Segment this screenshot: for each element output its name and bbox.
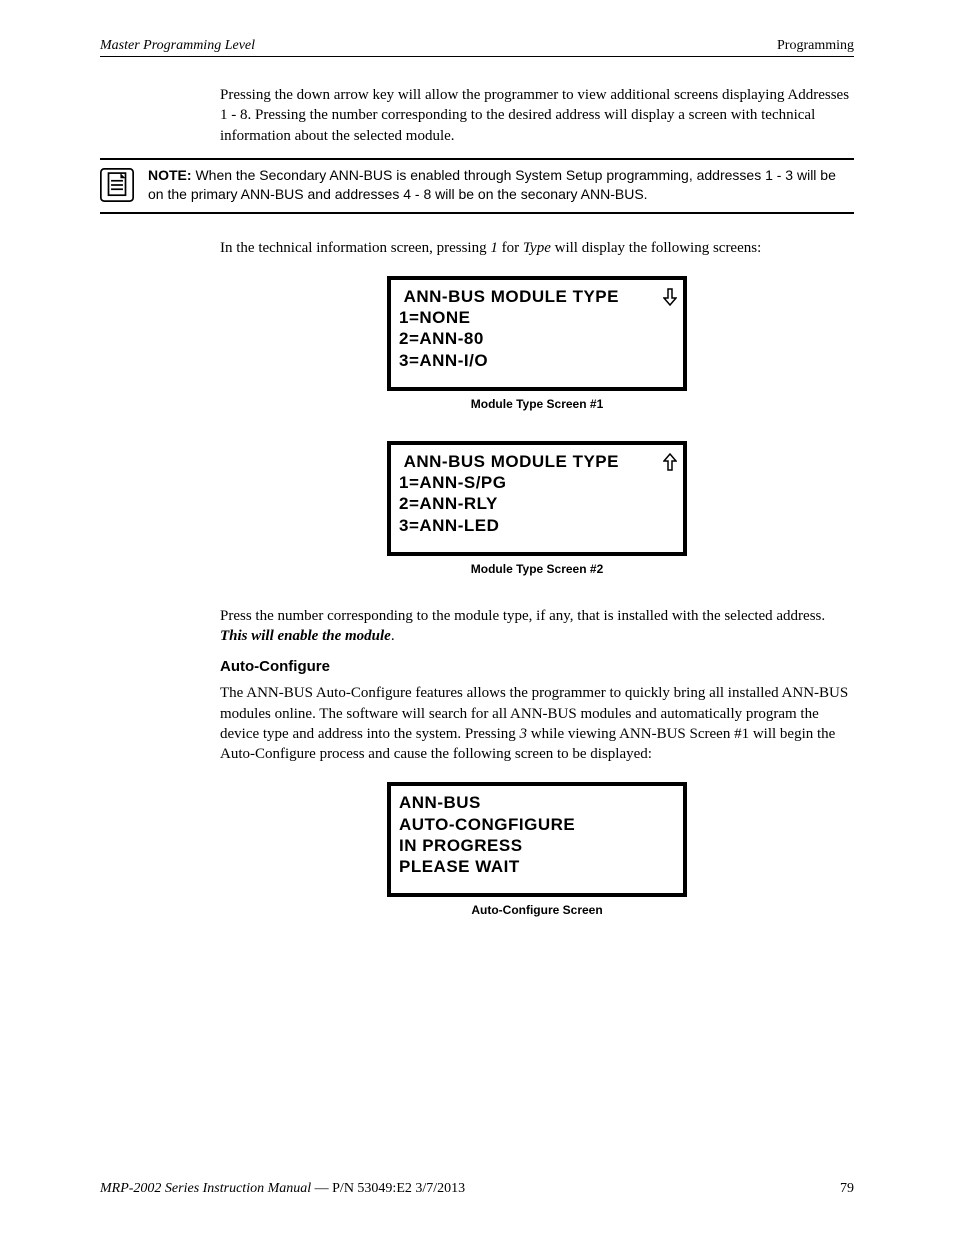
paragraph: In the technical information screen, pre… — [220, 238, 854, 258]
note-body: When the Secondary ANN-BUS is enabled th… — [148, 167, 836, 202]
lcd-line: 1=NONE — [399, 307, 675, 328]
note-label: NOTE: — [148, 167, 192, 183]
header-left: Master Programming Level — [100, 38, 255, 54]
paragraph: Press the number corresponding to the mo… — [220, 606, 854, 647]
lcd-line: IN PROGRESS — [399, 835, 675, 856]
lcd-line: 2=ANN-80 — [399, 328, 675, 349]
note-box: NOTE: When the Secondary ANN-BUS is enab… — [100, 158, 854, 214]
lcd-line: ANN-BUS MODULE TYPE — [399, 286, 675, 307]
caption: Auto-Configure Screen — [220, 903, 854, 917]
section-heading: Auto-Configure — [220, 658, 854, 675]
lcd-screen-1: ANN-BUS MODULE TYPE 1=NONE 2=ANN-80 3=AN… — [387, 276, 687, 391]
arrow-up-icon — [663, 453, 677, 471]
caption: Module Type Screen #2 — [220, 562, 854, 576]
lcd-line: ANN-BUS MODULE TYPE — [399, 451, 675, 472]
lcd-screen-3: ANN-BUS AUTO-CONGFIGURE IN PROGRESS PLEA… — [387, 782, 687, 897]
arrow-down-icon — [663, 288, 677, 306]
note-text: NOTE: When the Secondary ANN-BUS is enab… — [148, 166, 854, 204]
footer-left: MRP-2002 Series Instruction Manual — P/N… — [100, 1181, 465, 1197]
note-icon — [100, 168, 134, 202]
lcd-line: PLEASE WAIT — [399, 856, 675, 877]
lcd-line: 3=ANN-LED — [399, 515, 675, 536]
paragraph: Pressing the down arrow key will allow t… — [220, 85, 854, 146]
lcd-line: 2=ANN-RLY — [399, 493, 675, 514]
lcd-line: ANN-BUS — [399, 792, 675, 813]
header-right: Programming — [777, 38, 854, 54]
lcd-line: AUTO-CONGFIGURE — [399, 814, 675, 835]
page-number: 79 — [840, 1181, 854, 1197]
lcd-line: 3=ANN-I/O — [399, 350, 675, 371]
lcd-screen-2: ANN-BUS MODULE TYPE 1=ANN-S/PG 2=ANN-RLY… — [387, 441, 687, 556]
page-header: Master Programming Level Programming — [100, 38, 854, 57]
page-footer: MRP-2002 Series Instruction Manual — P/N… — [100, 1181, 854, 1197]
paragraph: The ANN-BUS Auto-Configure features allo… — [220, 683, 854, 764]
caption: Module Type Screen #1 — [220, 397, 854, 411]
lcd-line: 1=ANN-S/PG — [399, 472, 675, 493]
